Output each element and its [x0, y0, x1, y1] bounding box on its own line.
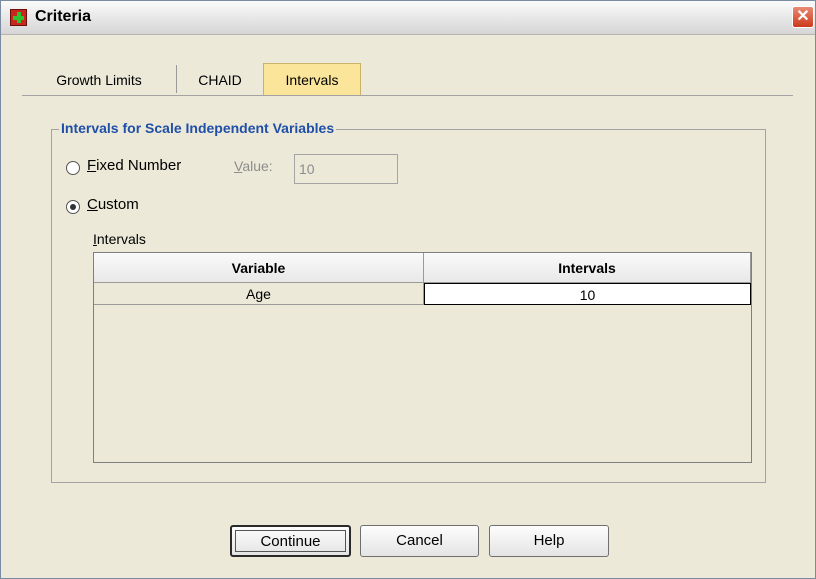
custom-radio[interactable]: [66, 200, 80, 214]
dialog-title: Criteria: [35, 8, 92, 25]
tab-chaid[interactable]: CHAID: [177, 63, 263, 95]
spss-app-icon: [10, 9, 27, 26]
close-button[interactable]: ✕: [792, 6, 814, 28]
criteria-dialog: Criteria ✕ Growth Limits CHAID Intervals…: [0, 0, 816, 579]
value-input[interactable]: 10: [294, 154, 398, 184]
help-button[interactable]: Help: [489, 525, 609, 557]
fixed-number-label[interactable]: Fixed Number: [87, 157, 181, 174]
continue-button-label: Continue: [235, 530, 346, 552]
tab-intervals[interactable]: Intervals: [263, 63, 361, 95]
tab-divider: [22, 95, 793, 96]
intervals-table: Variable Intervals Age 10: [93, 252, 752, 463]
column-header-intervals[interactable]: Intervals: [424, 253, 751, 283]
title-bar: Criteria ✕: [1, 1, 815, 35]
continue-button[interactable]: Continue: [230, 525, 351, 557]
cancel-button[interactable]: Cancel: [360, 525, 479, 557]
intervals-label: Intervals: [93, 231, 146, 247]
column-header-variable[interactable]: Variable: [94, 253, 424, 283]
radio-selected-dot: [70, 204, 76, 210]
group-title: Intervals for Scale Independent Variable…: [59, 120, 337, 136]
table-cell-variable: Age: [94, 283, 424, 305]
tab-growth-limits[interactable]: Growth Limits: [22, 63, 176, 95]
table-cell-intervals[interactable]: 10: [424, 283, 751, 305]
fixed-number-radio[interactable]: [66, 161, 80, 175]
value-label: Value:: [234, 158, 273, 174]
custom-label[interactable]: Custom: [87, 196, 139, 213]
